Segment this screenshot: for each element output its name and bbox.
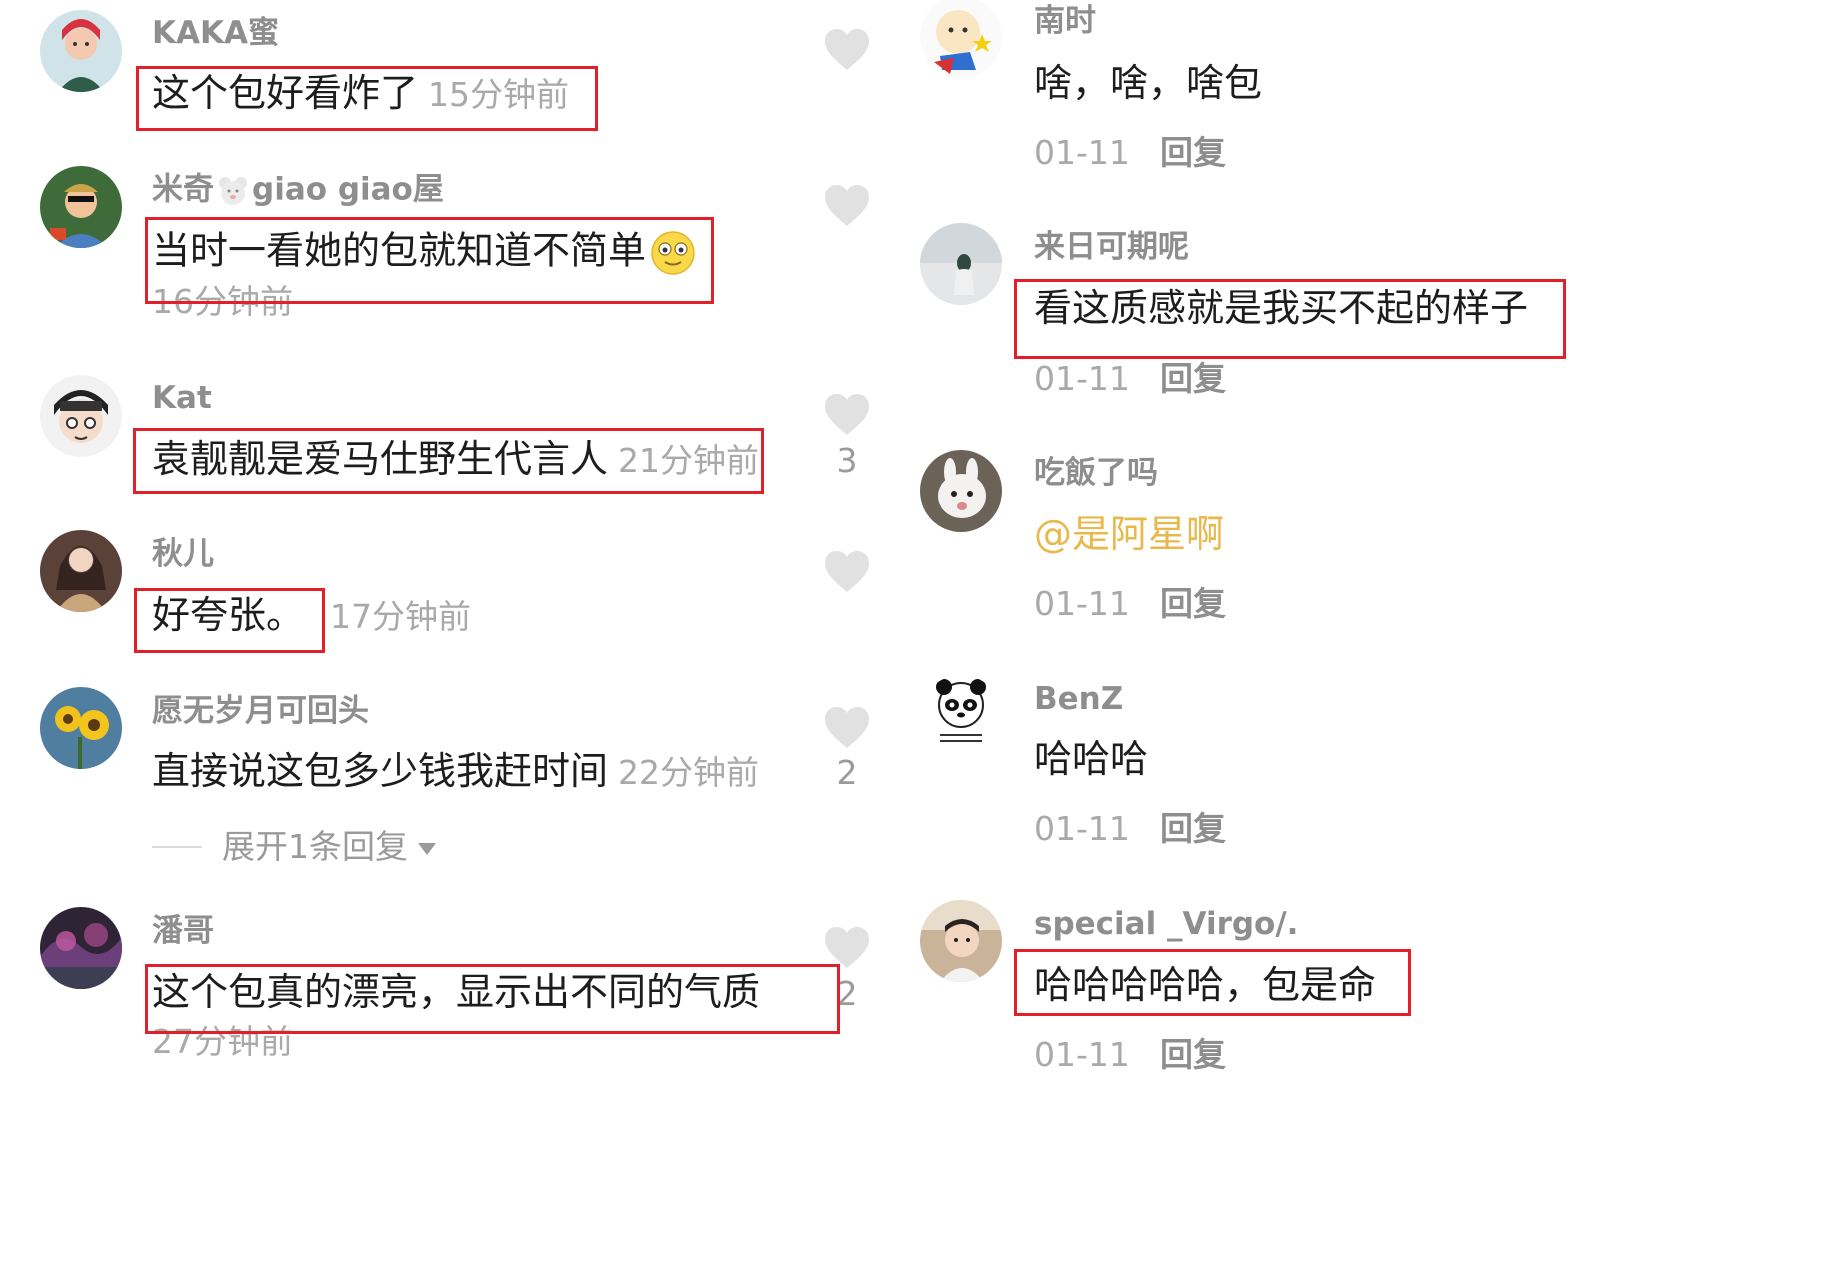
date: 01-11 [1034, 584, 1130, 623]
username[interactable]: BenZ [1034, 684, 1123, 715]
username[interactable]: Kat [152, 383, 212, 414]
avatar[interactable] [920, 675, 1002, 757]
highlight-box [145, 217, 714, 304]
avatar[interactable] [920, 0, 1002, 78]
username[interactable]: 来日可期呢 [1034, 232, 1189, 263]
username[interactable]: KAKA蜜 [152, 18, 279, 49]
avatar[interactable] [40, 907, 122, 989]
bear-emoji-icon [219, 177, 247, 205]
avatar[interactable] [920, 900, 1002, 982]
expand-divider [152, 846, 202, 848]
heart-icon [825, 185, 869, 226]
comment-text: 啥，啥，啥包 [1034, 61, 1263, 105]
avatar[interactable] [920, 223, 1002, 305]
like-button[interactable] [823, 184, 871, 228]
username-part: giao giao屋 [252, 171, 444, 208]
highlight-box [1014, 279, 1566, 359]
heart-icon [825, 551, 869, 592]
mention-link[interactable]: @是阿星啊 [1034, 515, 1224, 553]
like-button[interactable] [823, 28, 871, 72]
username[interactable]: 吃飯了吗 [1034, 458, 1158, 489]
comment-text: 直接说这包多少钱我赶时间 22分钟前 [152, 752, 759, 790]
timestamp: 22分钟前 [618, 753, 760, 792]
reply-button[interactable]: 回复 [1160, 362, 1226, 395]
like-count: 2 [836, 753, 858, 792]
heart-icon [825, 707, 869, 748]
heart-icon [825, 394, 869, 435]
highlight-box [133, 428, 764, 494]
reply-button[interactable]: 回复 [1160, 587, 1226, 620]
avatar[interactable] [920, 450, 1002, 532]
date: 01-11 [1034, 133, 1130, 172]
avatar[interactable] [40, 530, 122, 612]
date: 01-11 [1034, 809, 1130, 848]
avatar[interactable] [40, 375, 122, 457]
highlight-box [145, 964, 840, 1034]
reply-button[interactable]: 回复 [1160, 812, 1226, 845]
chevron-down-icon [418, 842, 436, 855]
avatar[interactable] [40, 687, 122, 769]
reply-button[interactable]: 回复 [1160, 136, 1226, 169]
username[interactable]: 南时 [1034, 6, 1096, 37]
expand-replies-button[interactable]: 展开1条回复 [222, 830, 438, 863]
avatar[interactable] [40, 166, 122, 248]
comment-text: 哈哈哈 [1034, 737, 1149, 781]
highlight-box [1014, 949, 1411, 1016]
username[interactable]: 愿无岁月可回头 [152, 696, 369, 727]
username[interactable]: special _Virgo/. [1034, 909, 1298, 940]
date: 01-11 [1034, 1035, 1130, 1074]
username[interactable]: 潘哥 [152, 916, 214, 947]
username[interactable]: 秋儿 [152, 539, 214, 570]
username[interactable]: 米奇 giao giao屋 [152, 174, 444, 208]
username-part: 米奇 [152, 171, 214, 208]
highlight-box [134, 588, 325, 653]
like-button[interactable] [823, 706, 871, 750]
timestamp: 17分钟前 [330, 597, 472, 636]
highlight-box [136, 66, 598, 131]
reply-button[interactable]: 回复 [1160, 1038, 1226, 1071]
like-button[interactable] [823, 393, 871, 437]
like-button[interactable] [823, 550, 871, 594]
avatar[interactable] [40, 10, 122, 92]
like-count: 3 [836, 441, 858, 480]
expand-label: 展开1条回复 [222, 827, 408, 866]
date: 01-11 [1034, 359, 1130, 398]
heart-icon [825, 29, 869, 70]
comment-body: 直接说这包多少钱我赶时间 [152, 749, 609, 793]
